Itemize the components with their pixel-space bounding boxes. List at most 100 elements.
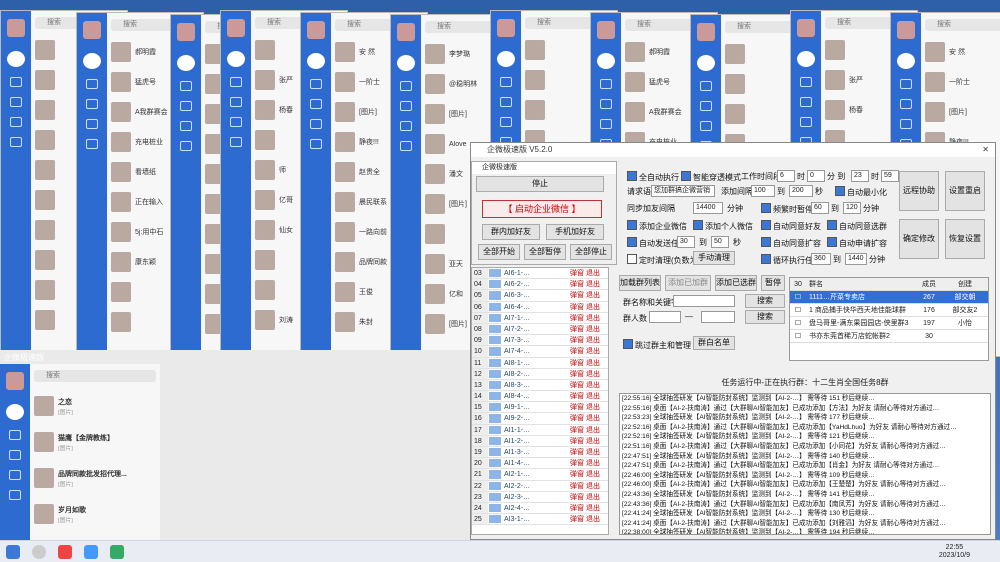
account-row[interactable]: 04 AI6-2-… 弹窗 退出 xyxy=(472,279,608,291)
auto-group-checkbox[interactable]: 自动同意选群 xyxy=(827,220,887,232)
account-row[interactable]: 09 AI7-3-… 弹窗 退出 xyxy=(472,335,608,347)
mail-icon[interactable] xyxy=(600,79,612,89)
stop-all-button[interactable]: 全部停止 xyxy=(570,244,612,260)
add-corp-checkbox[interactable]: 添加企业微信 xyxy=(627,220,687,232)
calendar-icon[interactable] xyxy=(600,119,612,129)
send-min-input[interactable]: 30 xyxy=(677,236,695,248)
mail-icon[interactable] xyxy=(700,81,712,91)
add-joined-button[interactable]: 添加已加群 xyxy=(665,275,711,291)
loop-max-input[interactable]: 1440 xyxy=(845,253,867,265)
auto-minimize-checkbox[interactable]: 自动最小化 xyxy=(835,186,887,198)
avatar[interactable] xyxy=(227,19,245,37)
freq-min-input[interactable]: 60 xyxy=(811,202,829,214)
chat-icon[interactable] xyxy=(227,51,245,67)
account-row[interactable]: 23 AI2-3-… 弹窗 退出 xyxy=(472,491,608,503)
chrome-icon[interactable] xyxy=(58,544,72,559)
chat-item[interactable]: [图片] xyxy=(921,97,1000,127)
chat-item[interactable]: 一阶士 xyxy=(921,67,1000,97)
freq-max-input[interactable]: 120 xyxy=(843,202,861,214)
manual-clean-button[interactable]: 手动清理 xyxy=(693,251,735,265)
mail-icon[interactable] xyxy=(400,81,412,91)
avatar[interactable] xyxy=(7,19,25,37)
avatar[interactable] xyxy=(177,23,195,41)
calendar-icon[interactable] xyxy=(800,117,812,127)
group-whitelist-button[interactable]: 群白名单 xyxy=(693,336,735,350)
account-row[interactable]: 12 AI8-2-… 弹窗 退出 xyxy=(472,368,608,380)
contacts-icon[interactable] xyxy=(86,99,98,109)
chat-icon[interactable] xyxy=(83,53,101,69)
account-row[interactable]: 10 AI7-4-… 弹窗 退出 xyxy=(472,346,608,358)
calendar-icon[interactable] xyxy=(900,119,912,129)
contacts-icon[interactable] xyxy=(400,101,412,111)
close-icon[interactable]: ✕ xyxy=(982,143,989,157)
account-row[interactable]: 05 AI6-3-… 弹窗 退出 xyxy=(472,290,608,302)
account-actions[interactable]: 弹窗 退出 xyxy=(568,469,608,479)
stop-button[interactable]: 停止 xyxy=(476,176,604,192)
account-actions[interactable]: 弹窗 退出 xyxy=(568,335,608,345)
search-input[interactable]: 搜索 xyxy=(925,19,1000,31)
chat-icon[interactable] xyxy=(7,51,25,67)
request-message-input[interactable]: 您加群搞企微营销 xyxy=(651,185,715,197)
start-min-input[interactable]: 0 xyxy=(807,170,825,182)
apps-icon[interactable] xyxy=(10,137,22,147)
keyword-input[interactable] xyxy=(673,295,735,307)
row-checkbox[interactable]: ☐ xyxy=(790,330,806,342)
account-row[interactable]: 11 AI8-1-… 弹窗 退出 xyxy=(472,357,608,369)
account-row[interactable]: 20 AI1-4-… 弹窗 退出 xyxy=(472,458,608,470)
avatar[interactable] xyxy=(697,23,715,41)
wecom-taskbar-icon[interactable] xyxy=(84,544,98,559)
account-row[interactable]: 03 AI6-1-… 弹窗 退出 xyxy=(472,268,608,280)
search-button[interactable]: 搜索 xyxy=(745,294,785,308)
loop-min-input[interactable]: 360 xyxy=(811,253,831,265)
calendar-icon[interactable] xyxy=(700,121,712,131)
avatar[interactable] xyxy=(83,21,101,39)
account-actions[interactable]: 弹窗 退出 xyxy=(568,324,608,334)
calendar-icon[interactable] xyxy=(9,470,21,480)
search-input[interactable]: 搜索 xyxy=(34,370,156,382)
account-actions[interactable]: 弹窗 退出 xyxy=(568,302,608,312)
restore-button[interactable]: 恢复设置 xyxy=(945,219,985,259)
mail-icon[interactable] xyxy=(10,77,22,87)
mail-icon[interactable] xyxy=(900,79,912,89)
account-row[interactable]: 14 AI8-4-… 弹窗 退出 xyxy=(472,391,608,403)
reset-button[interactable]: 设置重启 xyxy=(945,171,985,211)
chat-icon[interactable] xyxy=(397,55,415,71)
launch-wecom-button[interactable]: 【 启动企业微信 】 xyxy=(482,200,602,218)
apps-icon[interactable] xyxy=(400,141,412,151)
account-row[interactable]: 07 AI7-1-… 弹窗 退出 xyxy=(472,312,608,324)
mail-icon[interactable] xyxy=(500,77,512,87)
mail-icon[interactable] xyxy=(230,77,242,87)
avatar[interactable] xyxy=(397,23,415,41)
sync-interval-input[interactable]: 14400 xyxy=(693,202,723,214)
account-row[interactable]: 17 AI1-1-… 弹窗 退出 xyxy=(472,424,608,436)
contacts-icon[interactable] xyxy=(310,99,322,109)
search-count-button[interactable]: 搜索 xyxy=(745,310,785,324)
account-actions[interactable]: 弹窗 退出 xyxy=(568,425,608,435)
account-row[interactable]: 15 AI9-1-… 弹窗 退出 xyxy=(472,402,608,414)
avatar[interactable] xyxy=(597,21,615,39)
interval-max-input[interactable]: 200 xyxy=(789,185,813,197)
contacts-icon[interactable] xyxy=(500,97,512,107)
chat-icon[interactable] xyxy=(307,53,325,69)
bottom-left-wecom-window[interactable]: 企微极速版 搜索 之恋 [图片] 猫鹰【金牌教练】 [图片] 品牌同款批发招代理...[… xyxy=(0,350,470,542)
table-row[interactable]: ☐ 书亦东莞首稀万店蛇帐群2 30 xyxy=(790,330,988,343)
skip-admin-checkbox[interactable]: 跳过群主和管理 xyxy=(623,339,691,351)
auto-accept-checkbox[interactable]: 自动同意好友 xyxy=(761,220,821,232)
confirm-button[interactable]: 确定修改 xyxy=(899,219,939,259)
account-actions[interactable]: 弹窗 退出 xyxy=(568,346,608,356)
mail-icon[interactable] xyxy=(310,79,322,89)
account-actions[interactable]: 弹窗 退出 xyxy=(568,279,608,289)
end-hour-input[interactable]: 23 xyxy=(851,170,869,182)
account-row[interactable]: 21 AI2-1-… 弹窗 退出 xyxy=(472,469,608,481)
send-max-input[interactable]: 50 xyxy=(711,236,729,248)
account-actions[interactable]: 弹窗 退出 xyxy=(568,413,608,423)
account-actions[interactable]: 弹窗 退出 xyxy=(568,358,608,368)
contacts-icon[interactable] xyxy=(9,450,21,460)
start-all-button[interactable]: 全部开始 xyxy=(478,244,520,260)
account-row[interactable]: 06 AI6-4-… 弹窗 退出 xyxy=(472,301,608,313)
account-actions[interactable]: 弹窗 退出 xyxy=(568,481,608,491)
account-actions[interactable]: 弹窗 退出 xyxy=(568,313,608,323)
account-actions[interactable]: 弹窗 退出 xyxy=(568,402,608,412)
avatar[interactable] xyxy=(797,19,815,37)
mail-icon[interactable] xyxy=(86,79,98,89)
